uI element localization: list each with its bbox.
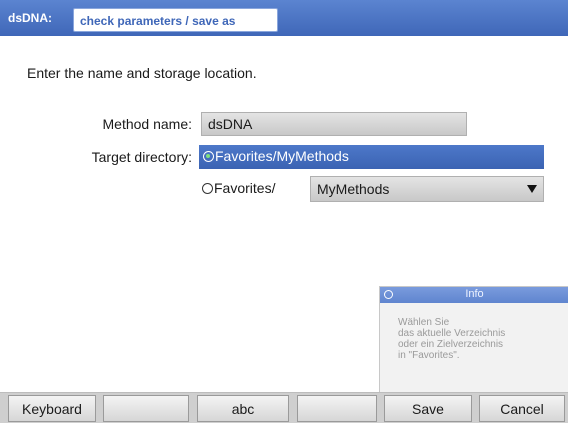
directory-select[interactable]: MyMethods xyxy=(310,176,544,202)
save-button[interactable]: Save xyxy=(384,395,472,422)
radio-unchecked-icon xyxy=(202,183,213,194)
method-name-label: Method name: xyxy=(102,116,193,132)
abc-button[interactable]: abc xyxy=(197,395,289,422)
info-line: in "Favorites". xyxy=(398,350,460,361)
info-title: Info xyxy=(465,288,484,300)
info-line: oder ein Zielverzeichnis xyxy=(398,339,504,350)
info-text: Wählen Sie das aktuelle Verzeichnis oder… xyxy=(380,303,568,361)
softkey-bar: Keyboard abc Save Cancel xyxy=(0,392,568,423)
info-panel: Info Wählen Sie das aktuelle Verzeichnis… xyxy=(379,286,568,392)
info-line: das aktuelle Verzeichnis xyxy=(398,328,506,339)
directory-select-value: MyMethods xyxy=(317,181,390,197)
title-bar: dsDNA: check parameters / save as xyxy=(0,0,568,36)
info-header: Info xyxy=(380,287,568,303)
device-screen: dsDNA: check parameters / save as Enter … xyxy=(0,0,568,423)
option-default-directory[interactable]: Favorites/MyMethods xyxy=(199,145,544,169)
radio-checked-icon xyxy=(203,151,214,162)
target-directory-label: Target directory: xyxy=(91,149,192,165)
info-line: Wählen Sie xyxy=(398,317,450,328)
keyboard-button[interactable]: Keyboard xyxy=(8,395,96,422)
dropdown-arrow-icon xyxy=(527,185,537,193)
option-custom-directory[interactable]: Favorites/ xyxy=(202,180,275,196)
softkey-blank-1[interactable] xyxy=(103,395,189,422)
method-name-field[interactable]: dsDNA xyxy=(201,112,467,136)
softkey-blank-2[interactable] xyxy=(297,395,377,422)
app-name: dsDNA: xyxy=(8,11,52,25)
option-custom-label: Favorites/ xyxy=(214,180,276,196)
page-title: check parameters / save as xyxy=(73,8,278,32)
option-default-label: Favorites/MyMethods xyxy=(215,148,349,164)
instruction-text: Enter the name and storage location. xyxy=(27,65,257,81)
cancel-button[interactable]: Cancel xyxy=(479,395,565,422)
